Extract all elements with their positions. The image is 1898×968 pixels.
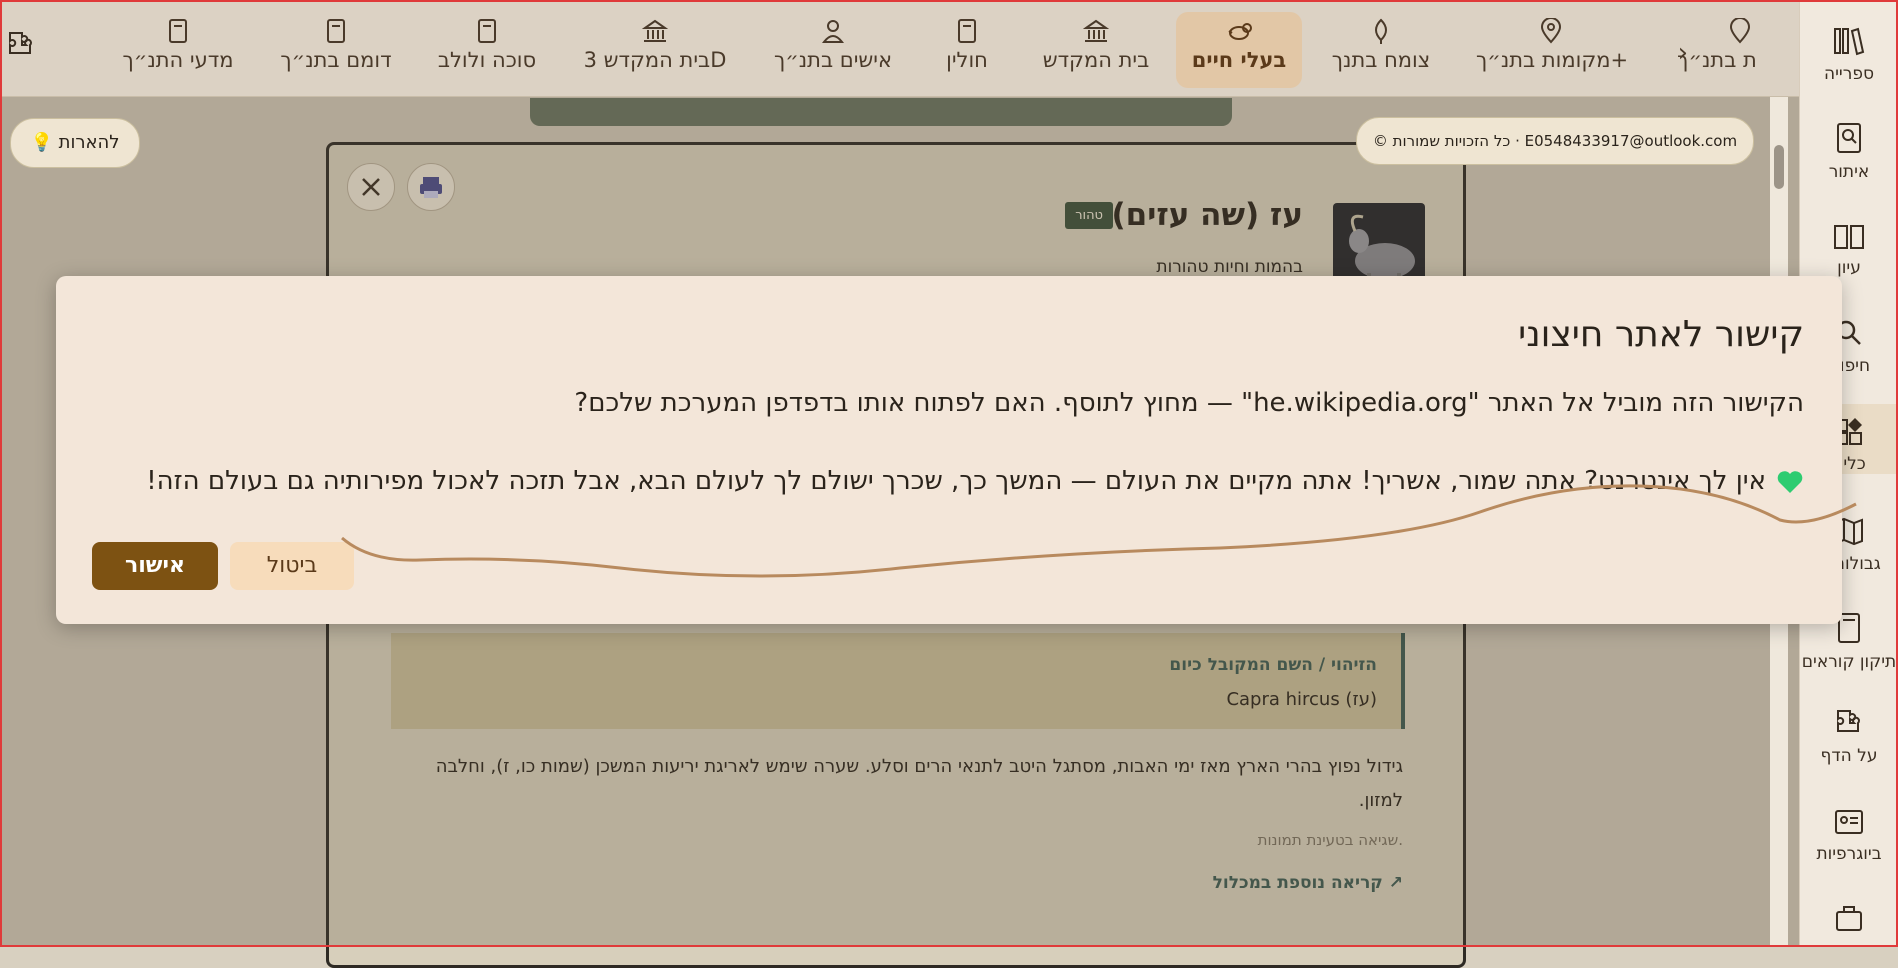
open-book-icon	[1834, 225, 1864, 249]
book-icon	[958, 19, 976, 43]
tab-inanimate[interactable]: דומם בתנ״ך	[276, 12, 396, 88]
puzzle-icon	[1837, 710, 1860, 732]
book-icon	[169, 19, 187, 43]
sidebar-item-locate[interactable]: איתור	[1800, 122, 1898, 182]
map-pin-icon	[1729, 18, 1751, 44]
sidebar-item-library[interactable]: ספרייה	[1800, 26, 1898, 84]
tab-temple-3d[interactable]: בית המקדש 3D	[580, 12, 730, 88]
temple-icon	[1083, 19, 1109, 42]
tab-label: סוכה ולולב	[437, 48, 537, 72]
hints-button[interactable]: 💡 להארות	[10, 118, 140, 168]
confirm-button[interactable]: אישור	[92, 542, 218, 590]
search-book-icon	[1837, 123, 1861, 153]
heart-icon	[1777, 470, 1803, 493]
tab-label: דומם בתנ״ך	[280, 48, 392, 72]
puzzle-icon[interactable]	[6, 30, 32, 60]
book-icon	[327, 19, 345, 43]
top-nav: מדעי התנ״ך דומם בתנ״ך סוכה ולולב בית המק…	[0, 0, 1800, 97]
book-icon	[478, 19, 496, 43]
tab-label: חולין	[946, 48, 988, 72]
tab-sukkah[interactable]: סוכה ולולב	[432, 12, 542, 88]
tab-label: בית המקדש 3D	[583, 48, 727, 72]
sidebar-item-label: ביוגרפיות	[1816, 844, 1882, 864]
cancel-button[interactable]: ביטול	[230, 542, 354, 590]
tab-label: ת בתנ״ך	[1677, 48, 1757, 72]
sidebar-item-label: על הדף	[1820, 746, 1878, 766]
tab-label: בית המקדש	[1042, 48, 1150, 72]
briefcase-icon	[1836, 906, 1862, 931]
leaf-icon	[1375, 18, 1387, 44]
map-pin-icon	[1540, 18, 1562, 44]
tab-places-plus[interactable]: מקומות בתנ״ך+	[1476, 12, 1629, 88]
sidebar-item-study[interactable]: עיון	[1800, 222, 1898, 278]
tab-label: מדעי התנ״ך	[122, 48, 234, 72]
sidebar-item-label: איתור	[1828, 162, 1870, 182]
sidebar-item-label: תיקון קוראים	[1801, 652, 1897, 672]
dialog-note-text: אין לך אינטרנט? אתה שמור, אשריך! אתה מקי…	[146, 466, 1766, 496]
tab-label: אישים בתנ״ך	[773, 48, 893, 72]
tab-bible-science[interactable]: מדעי התנ״ך	[116, 12, 240, 88]
sidebar-item-daf[interactable]: על הדף	[1800, 708, 1898, 766]
chevron-right-icon[interactable]: ›	[1678, 38, 1688, 68]
sidebar-item-label: ספרייה	[1824, 64, 1874, 84]
tab-label: בעלי חיים	[1191, 48, 1287, 72]
library-icon	[1834, 27, 1865, 56]
tab-biblical-figures[interactable]: אישים בתנ״ך	[770, 12, 896, 88]
tab-label: מקומות בתנ״ך+	[1476, 48, 1629, 72]
sidebar-item-label: עיון	[1837, 258, 1861, 278]
temple-icon	[642, 19, 668, 42]
tab-temple[interactable]: בית המקדש	[1040, 12, 1152, 88]
scrollbar-thumb[interactable]	[1774, 145, 1784, 189]
tab-animals[interactable]: בעלי חיים	[1176, 12, 1302, 88]
id-card-icon	[1835, 810, 1863, 834]
external-link-dialog: קישור לאתר חיצוני הקישור הזה מוביל אל הא…	[56, 276, 1842, 624]
tab-label: צומח בתנך	[1331, 48, 1431, 72]
tab-chullin[interactable]: חולין	[930, 12, 1004, 88]
dialog-title: קישור לאתר חיצוני	[1518, 314, 1804, 355]
copyright-pill: © כל הזכויות שמורות · E0548433917@outloo…	[1356, 117, 1754, 165]
tab-plants[interactable]: צומח בתנך	[1322, 12, 1440, 88]
animal-icon	[1228, 23, 1252, 40]
sidebar-item-briefcase[interactable]	[1800, 904, 1898, 942]
dialog-note: אין לך אינטרנט? אתה שמור, אשריך! אתה מקי…	[146, 466, 1804, 496]
dialog-message: הקישור הזה מוביל אל האתר "he.wikipedia.o…	[574, 388, 1804, 418]
person-icon	[821, 20, 845, 43]
sidebar-item-biographies[interactable]: ביוגרפיות	[1800, 808, 1898, 864]
